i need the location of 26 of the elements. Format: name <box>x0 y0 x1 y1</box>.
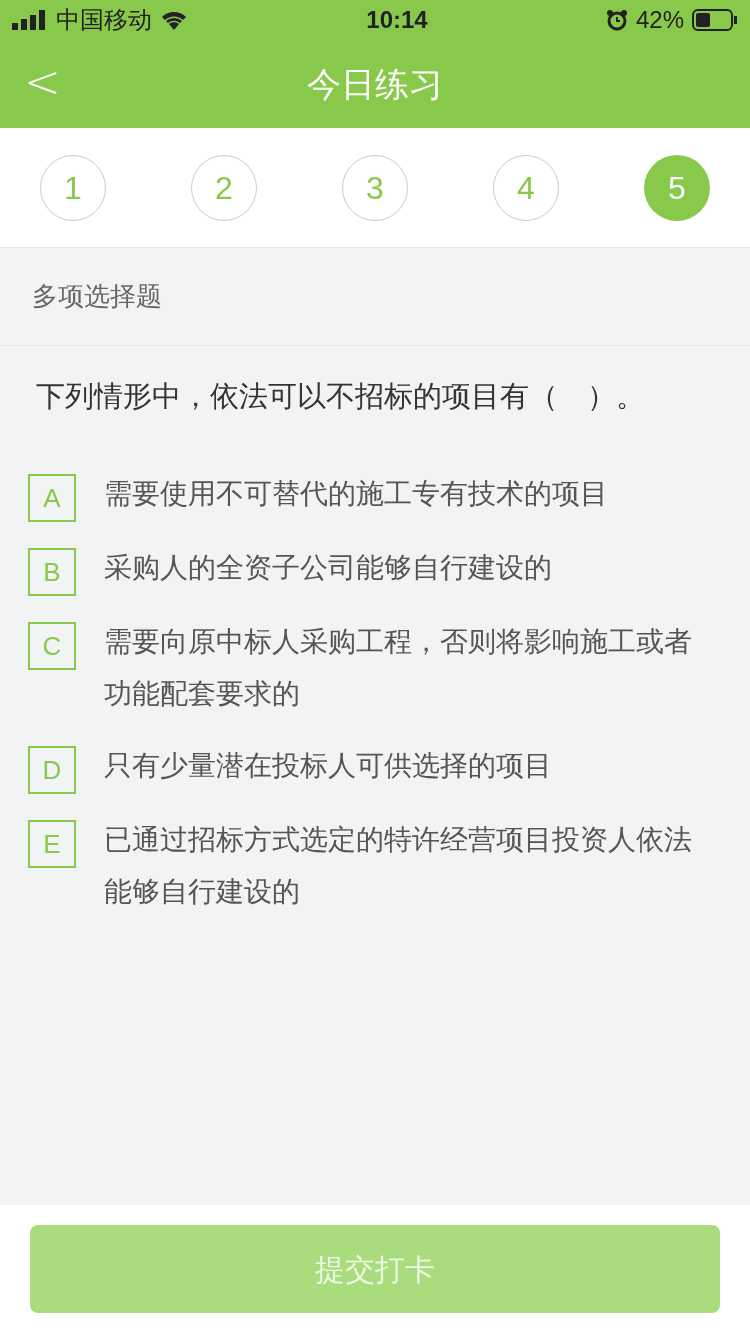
question-number-tab[interactable]: 2 <box>191 154 257 221</box>
signal-icon <box>12 10 48 30</box>
question-type: 多项选择题 <box>0 248 750 346</box>
option-text: 已通过招标方式选定的特许经营项目投资人依法能够自行建设的 <box>104 823 693 909</box>
question-text: 下列情形中，依法可以不招标的项目有（ ）。 <box>35 379 646 414</box>
question-number-tab[interactable]: 1 <box>40 154 106 221</box>
question-number-tab[interactable]: 4 <box>493 154 559 221</box>
option-text: 需要向原中标人采购工程，否则将影响施工或者功能配套要求的 <box>104 625 693 711</box>
option-checkbox[interactable]: D <box>28 746 76 794</box>
carrier-text: 中国移动 <box>56 5 152 35</box>
option-checkbox[interactable]: B <box>28 548 76 596</box>
back-button[interactable]: < <box>24 54 58 110</box>
clock-time: 10:14 <box>366 5 428 35</box>
page-title: 今日练习 <box>307 63 443 105</box>
option-checkbox[interactable]: C <box>28 622 76 670</box>
question-number-tab[interactable]: 3 <box>342 154 408 221</box>
question-number-tab[interactable]: 5 <box>644 154 710 221</box>
option-checkbox[interactable]: E <box>28 820 76 868</box>
option-checkbox[interactable]: A <box>28 474 76 522</box>
option-text: 只有少量潜在投标人可供选择的项目 <box>104 749 553 783</box>
battery-percent: 42% <box>635 5 684 35</box>
alarm-icon <box>605 9 628 31</box>
option-text: 需要使用不可替代的施工专有技术的项目 <box>104 477 609 511</box>
wifi-icon <box>160 9 188 31</box>
option-text: 采购人的全资子公司能够自行建设的 <box>104 551 553 585</box>
battery-icon <box>692 9 738 31</box>
